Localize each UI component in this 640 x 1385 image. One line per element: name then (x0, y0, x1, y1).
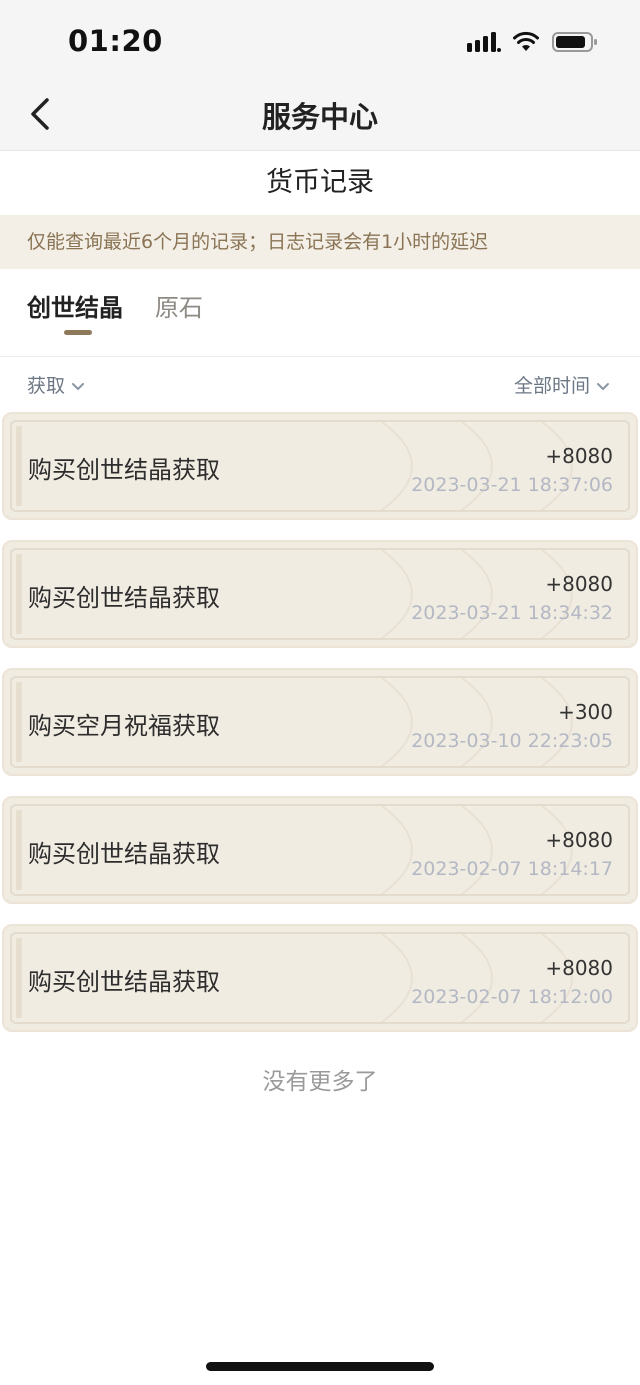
home-indicator[interactable] (206, 1362, 434, 1371)
card-left-decoration (16, 810, 22, 890)
card-left-decoration (16, 682, 22, 762)
chevron-down-icon (72, 382, 85, 390)
filter-bar: 获取 全部时间 (0, 357, 640, 411)
nav-title: 服务中心 (261, 100, 378, 134)
record-list: 购买创世结晶获取 +8080 2023-03-21 18:37:06 购买创世结… (0, 412, 640, 1052)
record-title: 购买创世结晶获取 (28, 840, 220, 868)
status-time: 01:20 (68, 24, 163, 58)
currency-tabs: 创世结晶 原石 (0, 270, 640, 357)
card-left-decoration (16, 938, 22, 1018)
type-filter-dropdown[interactable]: 获取 (27, 371, 85, 398)
record-item: 购买创世结晶获取 +8080 2023-03-21 18:34:32 (2, 540, 638, 648)
chevron-down-icon (597, 382, 609, 390)
page-title: 货币记录 (266, 167, 374, 198)
card-left-decoration (16, 554, 22, 634)
record-title: 购买创世结晶获取 (28, 456, 220, 484)
record-amount: +8080 (545, 572, 613, 596)
battery-icon (552, 32, 597, 52)
status-bar: 01:20 (0, 0, 640, 86)
record-amount: +8080 (545, 444, 613, 468)
record-time: 2023-03-21 18:34:32 (411, 602, 613, 624)
record-time: 2023-03-21 18:37:06 (411, 474, 613, 496)
signal-icon (467, 32, 501, 52)
record-item: 购买创世结晶获取 +8080 2023-03-21 18:37:06 (2, 412, 638, 520)
record-title: 购买创世结晶获取 (28, 584, 220, 612)
notice-banner: 仅能查询最近6个月的记录；日志记录会有1小时的延迟 (0, 215, 640, 269)
card-left-decoration (16, 426, 22, 506)
wifi-icon (513, 31, 539, 51)
record-amount: +300 (558, 700, 613, 724)
record-item: 购买创世结晶获取 +8080 2023-02-07 18:14:17 (2, 796, 638, 904)
time-filter-dropdown[interactable]: 全部时间 (514, 371, 610, 398)
record-time: 2023-02-07 18:12:00 (411, 986, 613, 1008)
record-amount: +8080 (545, 956, 613, 980)
record-time: 2023-02-07 18:14:17 (411, 858, 613, 880)
nav-bar: 服务中心 (0, 86, 640, 151)
tab-primogem[interactable]: 原石 (155, 288, 203, 323)
record-item: 购买创世结晶获取 +8080 2023-02-07 18:12:00 (2, 924, 638, 1032)
record-time: 2023-03-10 22:23:05 (411, 730, 613, 752)
active-tab-indicator (64, 330, 92, 335)
no-more-text: 没有更多了 (262, 1069, 378, 1095)
type-filter-label: 获取 (27, 375, 66, 397)
record-title: 购买创世结晶获取 (28, 968, 220, 996)
record-item: 购买空月祝福获取 +300 2023-03-10 22:23:05 (2, 668, 638, 776)
tab-genesis-crystal[interactable]: 创世结晶 (27, 288, 123, 323)
record-amount: +8080 (545, 828, 613, 852)
record-title: 购买空月祝福获取 (28, 712, 220, 740)
time-filter-label: 全部时间 (513, 375, 590, 397)
